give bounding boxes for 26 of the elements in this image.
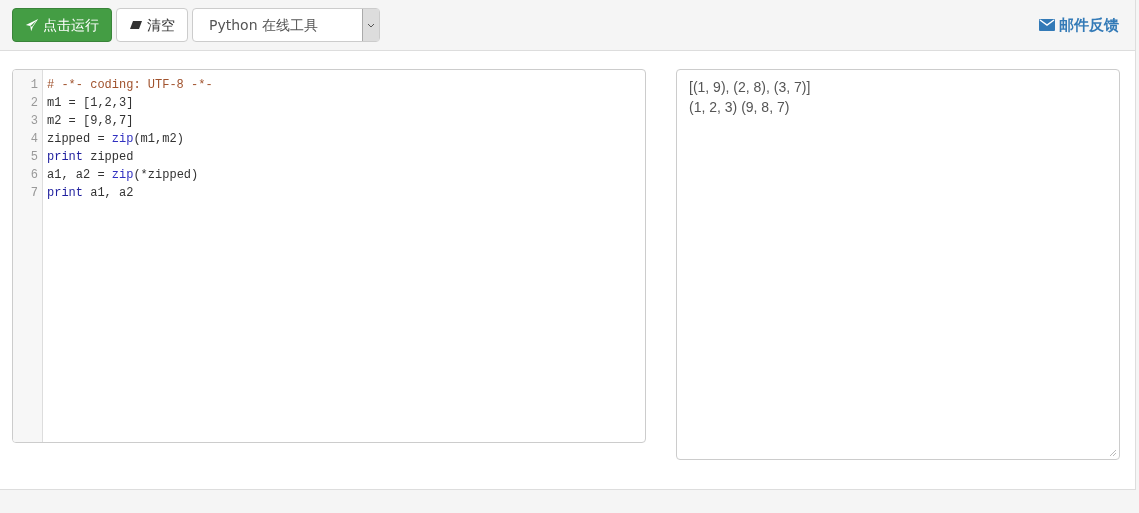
code-line: print zipped	[47, 149, 135, 166]
line-number: 2	[30, 95, 38, 112]
language-select[interactable]: Python 在线工具	[192, 8, 380, 42]
paper-plane-icon	[25, 18, 39, 32]
eraser-icon	[129, 20, 143, 30]
code-line: m1 = [1,2,3]	[47, 95, 135, 112]
code-line: m2 = [9,8,7]	[47, 113, 135, 130]
code-line: a1, a2 = zip(*zipped)	[47, 167, 200, 184]
line-number: 4	[30, 131, 38, 148]
line-number: 1	[30, 77, 38, 94]
line-number: 3	[30, 113, 38, 130]
code-line: # -*- coding: UTF-8 -*-	[47, 77, 213, 94]
language-value: Python 在线工具	[208, 15, 319, 35]
feedback-link[interactable]: 邮件反馈	[1039, 13, 1119, 37]
chevron-down-icon	[367, 22, 375, 28]
code-line: zipped = zip(m1,m2)	[47, 131, 185, 148]
envelope-icon	[1039, 19, 1055, 31]
line-number: 5	[30, 149, 38, 166]
resize-grip-icon[interactable]	[1109, 449, 1117, 457]
line-number: 6	[30, 167, 38, 184]
code-line: print a1, a2	[47, 185, 135, 202]
output-line: (1, 2, 3) (9, 8, 7)	[689, 98, 791, 117]
code-editor[interactable]: 1 2 3 4 5 6 7 # -*- coding: UTF-8 -*- m1 = [1,2,3] m2 = [9,8,7] zipped = zip(m1,m2) print zipped a1, a2 = zip(*zipped) print a1, a2	[12, 69, 646, 443]
clear-button[interactable]: 清空	[116, 8, 188, 42]
output-line: [(1, 9), (2, 8), (3, 7)]	[689, 78, 812, 97]
line-number: 7	[30, 185, 38, 202]
